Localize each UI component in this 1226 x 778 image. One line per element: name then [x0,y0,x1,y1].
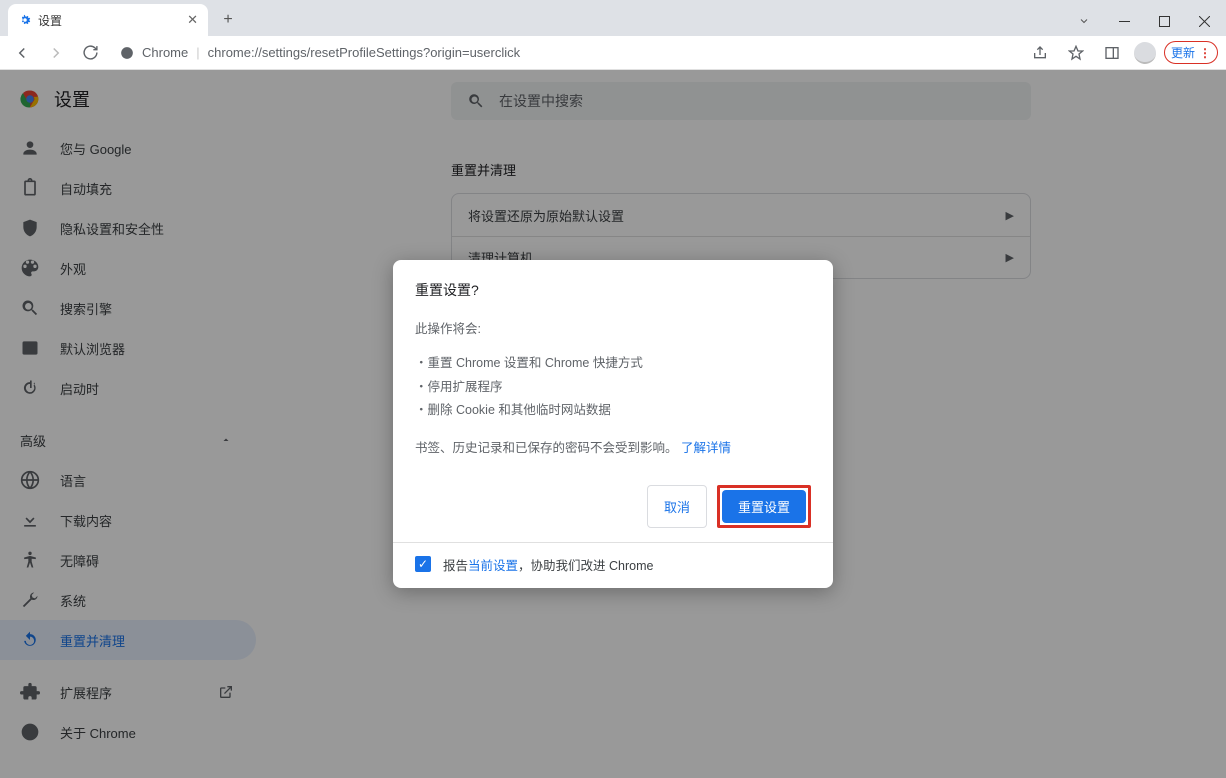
profile-avatar[interactable] [1134,42,1156,64]
app-label: Chrome [142,45,188,60]
reset-confirm-button[interactable]: 重置设置 [722,490,806,523]
minimize-button[interactable] [1104,6,1144,36]
bookmark-icon[interactable] [1062,39,1090,67]
address-bar[interactable]: Chrome | chrome://settings/resetProfileS… [110,39,1020,67]
report-checkbox[interactable]: ✓ [415,556,431,572]
dialog-note: 书签、历史记录和已保存的密码不会受到影响。 [415,441,678,455]
reload-button[interactable] [76,39,104,67]
close-icon[interactable]: ✕ [187,12,198,28]
dialog-intro: 此操作将会: [415,318,811,342]
report-label: 报告当前设置，协助我们改进 Chrome [443,555,653,574]
share-icon[interactable] [1026,39,1054,67]
dialog-body: 此操作将会: ・重置 Chrome 设置和 Chrome 快捷方式 ・停用扩展程… [415,318,811,461]
panel-icon[interactable] [1098,39,1126,67]
url-text: chrome://settings/resetProfileSettings?o… [208,45,521,60]
tab-title: 设置 [38,12,62,29]
learn-more-link[interactable]: 了解详情 [681,441,731,455]
browser-toolbar: Chrome | chrome://settings/resetProfileS… [0,36,1226,70]
window-controls [1064,6,1224,36]
back-button[interactable] [8,39,36,67]
menu-dots-icon: ⋮ [1199,46,1211,60]
dialog-actions: 取消 重置设置 [415,485,811,528]
update-label: 更新 [1171,44,1195,61]
browser-tab[interactable]: 设置 ✕ [8,4,208,36]
new-tab-button[interactable]: + [214,6,242,34]
dialog-footer: ✓ 报告当前设置，协助我们改进 Chrome [415,555,811,574]
update-button[interactable]: 更新 ⋮ [1164,41,1218,64]
divider [393,542,833,543]
modal-overlay: 重置设置? 此操作将会: ・重置 Chrome 设置和 Chrome 快捷方式 … [0,70,1226,778]
tab-strip: 设置 ✕ + [0,0,1226,36]
forward-button[interactable] [42,39,70,67]
chrome-icon [120,46,134,60]
reset-dialog: 重置设置? 此操作将会: ・重置 Chrome 设置和 Chrome 快捷方式 … [393,260,833,588]
highlight-annotation: 重置设置 [717,485,811,528]
gear-icon [18,13,32,27]
cancel-button[interactable]: 取消 [647,485,707,528]
dialog-bullet: ・停用扩展程序 [415,376,811,400]
chevron-down-icon[interactable] [1064,6,1104,36]
dialog-bullet: ・重置 Chrome 设置和 Chrome 快捷方式 [415,352,811,376]
separator: | [196,45,199,60]
close-window-button[interactable] [1184,6,1224,36]
dialog-title: 重置设置? [415,280,811,300]
current-settings-link[interactable]: 当前设置 [468,559,518,573]
maximize-button[interactable] [1144,6,1184,36]
dialog-bullet: ・删除 Cookie 和其他临时网站数据 [415,399,811,423]
